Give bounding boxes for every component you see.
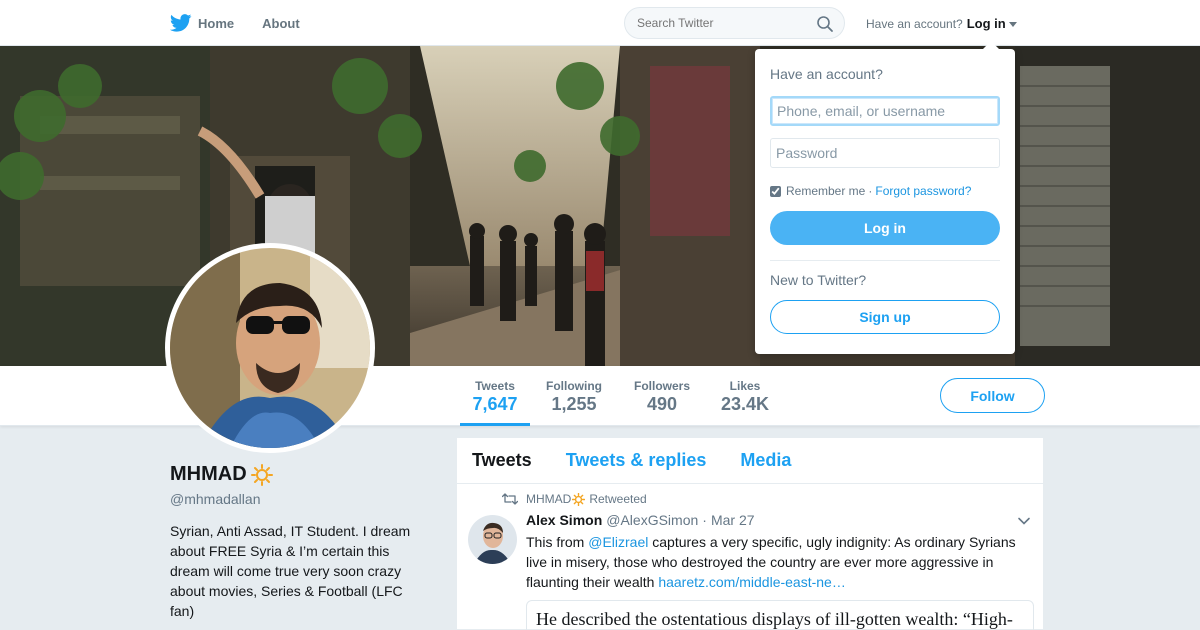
forgot-password-link[interactable]: Forgot password? [875,184,971,198]
login-dropdown-divider [770,260,1000,261]
tweet-date[interactable]: Mar 27 [711,512,755,528]
timeline-tabs: Tweets Tweets & replies Media [457,438,1043,484]
tweet-author-name[interactable]: Alex Simon [526,512,602,528]
profile-name: MHMAD [170,463,273,486]
stat-tweets-value: 7,647 [472,394,518,414]
login-submit-button[interactable]: Log in [770,211,1000,245]
retweet-icon [502,493,518,505]
nav-left-group: Home About [170,0,328,46]
search-icon[interactable] [816,15,834,33]
follow-button[interactable]: Follow [940,378,1045,413]
avatar-photo-illustration [170,248,370,448]
remember-me-checkbox[interactable] [770,185,781,197]
stat-likes-label: Likes [729,379,761,393]
new-to-twitter-label: New to Twitter? [770,272,867,288]
login-dropdown: Have an account? Remember me · Forgot pa… [755,41,1015,354]
retweeter-name[interactable]: MHMAD [526,492,571,506]
remember-me-label[interactable]: Remember me [786,184,865,198]
remember-row: Remember me · Forgot password? [770,184,1000,198]
tweet-author-handle[interactable]: @AlexGSimon [606,512,698,528]
nav-home-link[interactable]: Home [198,16,234,31]
retweet-context: MHMAD Retweeted [502,492,647,506]
profile-name-text: MHMAD [170,463,247,485]
tweet-author-avatar[interactable] [468,515,517,564]
stat-likes[interactable]: Likes 23.4K [716,366,774,426]
login-dropdown-title: Have an account? [770,66,883,82]
tweet-text: This from @Elizrael captures a very spec… [526,532,1031,592]
search-input[interactable] [637,16,807,30]
password-field[interactable] [770,138,1000,168]
remember-separator: · [868,184,873,198]
tab-tweets-and-replies[interactable]: Tweets & replies [566,450,707,471]
username-field[interactable] [770,96,1000,126]
stat-likes-value: 23.4K [720,394,770,414]
stat-tweets[interactable]: Tweets 7,647 [460,366,530,426]
twitter-bird-icon[interactable] [170,12,192,34]
chevron-down-icon[interactable] [1017,514,1031,528]
stat-following-value: 1,255 [551,394,597,414]
caret-down-icon[interactable] [1008,22,1017,27]
stat-followers[interactable]: Followers 490 [628,366,696,426]
timeline: Tweets Tweets & replies Media MHMAD Retw… [456,437,1044,630]
have-account-label: Have an account? [866,16,963,31]
top-navigation-bar: Home About Have an account? Log in [0,0,1200,46]
stat-tweets-label: Tweets [475,379,515,393]
tweet-link-card[interactable]: He described the ostentatious displays o… [526,600,1034,630]
tweet-url-link[interactable]: haaretz.com/middle-east-ne… [658,574,846,590]
login-dropdown-toggle[interactable]: Log in [967,16,1006,31]
stat-followers-value: 490 [646,394,678,414]
tweet-separator: · [702,512,707,528]
tab-media[interactable]: Media [740,450,791,471]
stat-following-label: Following [546,379,602,393]
tweet-mention-link[interactable]: @Elizrael [588,534,648,550]
tab-tweets[interactable]: Tweets [472,450,532,471]
profile-avatar[interactable] [165,243,375,453]
profile-handle[interactable]: @mhmadallan [170,491,260,507]
signup-button[interactable]: Sign up [770,300,1000,334]
stat-following[interactable]: Following 1,255 [540,366,608,426]
sun-emoji-icon [250,463,273,486]
tweet-text-before: This from [526,534,589,550]
nav-about-link[interactable]: About [262,16,300,31]
retweeted-label: Retweeted [589,492,647,506]
stat-followers-label: Followers [633,379,690,393]
sun-emoji-icon [572,492,586,506]
search-box[interactable] [624,7,845,39]
profile-bio: Syrian, Anti Assad, IT Student. I dream … [170,523,411,619]
account-menu[interactable]: Have an account? Log in [866,16,1017,31]
tweet-header: Alex Simon @AlexGSimon · Mar 27 [526,512,1031,528]
